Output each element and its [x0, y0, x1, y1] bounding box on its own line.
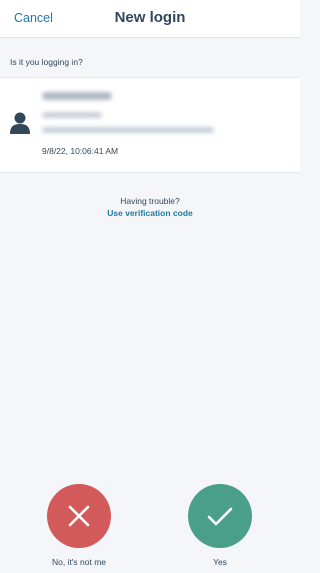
checkmark-icon	[207, 507, 233, 526]
redacted-location	[42, 112, 102, 118]
login-details-card: 9/8/22, 10:06:41 AM	[0, 77, 300, 173]
approve-label: Yes	[213, 557, 227, 567]
deny-label: No, it's not me	[51, 557, 107, 567]
person-icon	[10, 112, 30, 134]
approve-button[interactable]	[188, 484, 252, 548]
page-title: New login	[114, 9, 186, 26]
trouble-text: Having trouble?	[120, 196, 180, 206]
redacted-email	[42, 127, 214, 133]
close-icon	[68, 505, 90, 527]
login-question: Is it you logging in?	[10, 57, 83, 67]
login-timestamp: 9/8/22, 10:06:41 AM	[42, 146, 119, 156]
deny-button[interactable]	[47, 484, 111, 548]
redacted-name	[42, 92, 112, 100]
verification-code-link[interactable]: Use verification code	[0, 208, 300, 218]
header-bar: Cancel New login	[0, 0, 300, 38]
